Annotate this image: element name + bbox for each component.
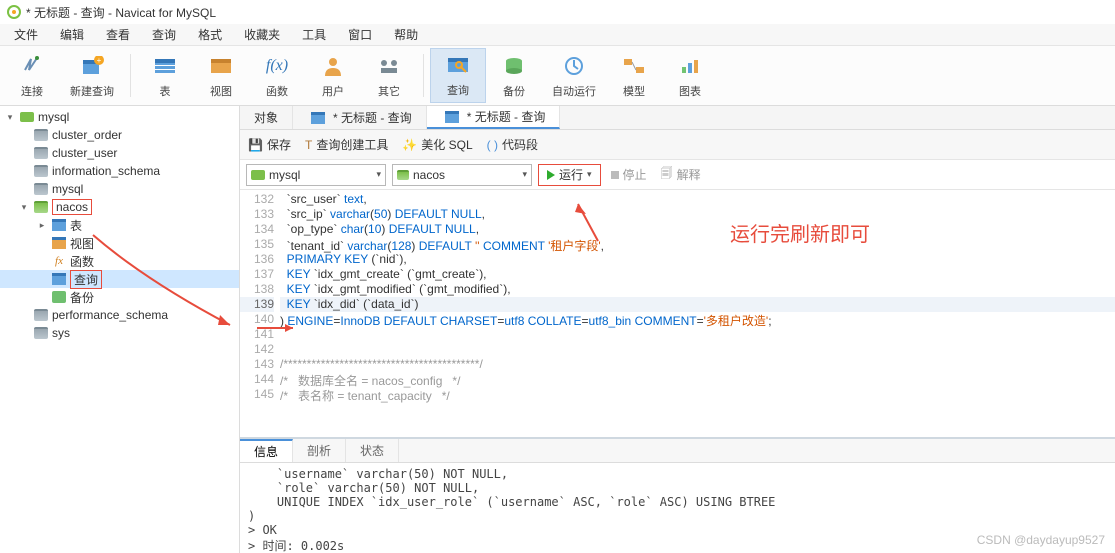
stop-icon xyxy=(611,171,619,179)
menu-query[interactable]: 查询 xyxy=(142,24,186,45)
tb-query[interactable]: 查询 xyxy=(430,48,486,103)
tree-db[interactable]: cluster_user xyxy=(0,144,239,162)
sql-editor[interactable]: 1321331341351361371381391401411421431441… xyxy=(240,190,1115,439)
tree-connection[interactable]: ▾mysql xyxy=(0,108,239,126)
tree-db-nacos[interactable]: ▾nacos xyxy=(0,198,239,216)
tree-views[interactable]: 视图 xyxy=(0,234,239,252)
tree-db[interactable]: information_schema xyxy=(0,162,239,180)
menu-file[interactable]: 文件 xyxy=(4,24,48,45)
tb-user[interactable]: 用户 xyxy=(305,48,361,103)
menubar: 文件 编辑 查看 查询 格式 收藏夹 工具 窗口 帮助 xyxy=(0,24,1115,46)
rtab-info[interactable]: 信息 xyxy=(240,439,293,462)
play-icon xyxy=(547,170,555,180)
tb-new-query[interactable]: +新建查询 xyxy=(60,48,124,103)
save-icon: 💾 xyxy=(248,138,263,152)
tree-db[interactable]: cluster_order xyxy=(0,126,239,144)
beautify-button[interactable]: ✨美化 SQL xyxy=(402,136,472,153)
save-button[interactable]: 💾保存 xyxy=(248,136,291,153)
explain-button[interactable]: 🗐解释 xyxy=(657,164,705,185)
tab-query-2[interactable]: * 无标题 - 查询 xyxy=(427,106,561,129)
connection-tree: ▾mysql cluster_order cluster_user inform… xyxy=(0,106,240,553)
menu-favorites[interactable]: 收藏夹 xyxy=(234,24,290,45)
result-tabs: 信息 剖析 状态 xyxy=(240,439,1115,463)
rtab-profile[interactable]: 剖析 xyxy=(293,439,346,462)
tree-backups[interactable]: 备份 xyxy=(0,288,239,306)
menu-tools[interactable]: 工具 xyxy=(292,24,336,45)
rtab-status[interactable]: 状态 xyxy=(346,439,399,462)
tab-query-1[interactable]: * 无标题 - 查询 xyxy=(293,106,427,129)
line-gutter: 1321331341351361371381391401411421431441… xyxy=(240,190,280,437)
tree-queries[interactable]: 查询 xyxy=(0,270,239,288)
tb-table[interactable]: 表 xyxy=(137,48,193,103)
menu-help[interactable]: 帮助 xyxy=(384,24,428,45)
query-builder-button[interactable]: T查询创建工具 xyxy=(305,136,388,153)
window-title: * 无标题 - 查询 - Navicat for MySQL xyxy=(26,4,216,21)
tree-db[interactable]: mysql xyxy=(0,180,239,198)
watermark: CSDN @daydayup9527 xyxy=(977,533,1105,547)
database-select[interactable]: nacos▾ xyxy=(392,164,532,186)
tree-db[interactable]: performance_schema xyxy=(0,306,239,324)
menu-format[interactable]: 格式 xyxy=(188,24,232,45)
tab-objects[interactable]: 对象 xyxy=(240,106,293,129)
menu-window[interactable]: 窗口 xyxy=(338,24,382,45)
stop-button[interactable]: 停止 xyxy=(607,166,651,183)
svg-text:+: + xyxy=(97,56,102,65)
editor-tabs: 对象 * 无标题 - 查询 * 无标题 - 查询 xyxy=(240,106,1115,130)
menu-view[interactable]: 查看 xyxy=(96,24,140,45)
query-context-bar: mysql▾ nacos▾ 运行▾ 停止 🗐解释 xyxy=(240,160,1115,190)
app-icon xyxy=(6,4,22,20)
tb-backup[interactable]: 备份 xyxy=(486,48,542,103)
tb-other[interactable]: 其它 xyxy=(361,48,417,103)
tb-model[interactable]: 模型 xyxy=(606,48,662,103)
tree-tables[interactable]: ▸表 xyxy=(0,216,239,234)
connection-select[interactable]: mysql▾ xyxy=(246,164,386,186)
main-toolbar: 连接 +新建查询 表 视图 f(x)函数 用户 其它 查询 备份 自动运行 模型… xyxy=(0,46,1115,106)
tb-connect[interactable]: 连接 xyxy=(4,48,60,103)
tb-autorun[interactable]: 自动运行 xyxy=(542,48,606,103)
menu-edit[interactable]: 编辑 xyxy=(50,24,94,45)
tree-functions[interactable]: fx函数 xyxy=(0,252,239,270)
tb-function[interactable]: f(x)函数 xyxy=(249,48,305,103)
query-actionbar: 💾保存 T查询创建工具 ✨美化 SQL ( )代码段 xyxy=(240,130,1115,160)
tb-chart[interactable]: 图表 xyxy=(662,48,718,103)
annotation-label: 运行完刷新即可 xyxy=(730,218,870,247)
run-button[interactable]: 运行▾ xyxy=(538,164,601,186)
tree-db[interactable]: sys xyxy=(0,324,239,342)
code-area[interactable]: `src_user` text, `src_ip` varchar(50) DE… xyxy=(280,190,1115,437)
tb-view[interactable]: 视图 xyxy=(193,48,249,103)
snippet-button[interactable]: ( )代码段 xyxy=(487,136,538,153)
